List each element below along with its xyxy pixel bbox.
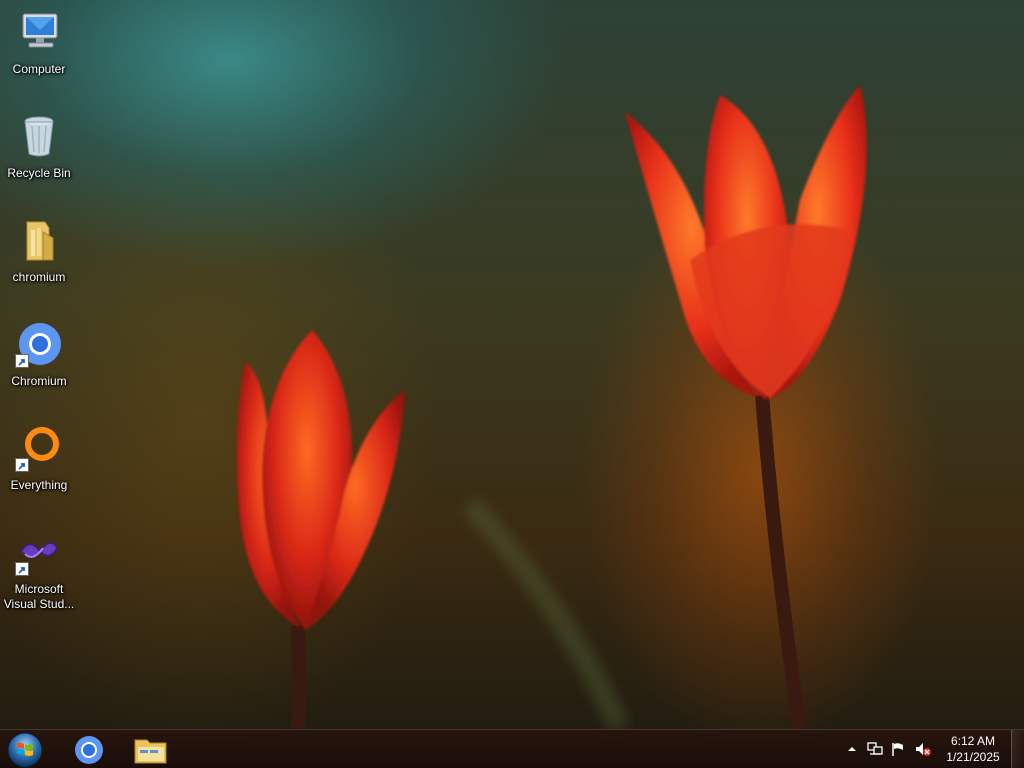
file-explorer-icon xyxy=(134,739,167,764)
shortcut-arrow-icon xyxy=(15,562,29,576)
recycle-bin-icon xyxy=(15,112,63,160)
desktop-icon-label: Everything xyxy=(10,478,68,492)
computer-icon xyxy=(15,8,63,56)
desktop-icon-label: Microsoft Visual Stud... xyxy=(3,582,75,611)
start-button[interactable] xyxy=(5,731,45,768)
desktop-wallpaper xyxy=(0,0,1024,768)
chromium-icon xyxy=(15,320,63,368)
desktop-icon-chromium[interactable]: Chromium xyxy=(2,314,76,410)
shortcut-arrow-icon xyxy=(15,354,29,368)
clock-time: 6:12 AM xyxy=(950,734,996,748)
desktop-icon-label: chromium xyxy=(12,270,66,284)
desktop-icon-label: Chromium xyxy=(11,374,67,388)
desktop-icon-recycle-bin[interactable]: Recycle Bin xyxy=(2,106,76,202)
show-desktop-button[interactable] xyxy=(1011,730,1024,768)
everything-icon xyxy=(15,424,63,472)
folder-icon xyxy=(15,216,63,264)
windows-start-icon xyxy=(7,732,43,768)
visual-studio-icon xyxy=(15,528,63,576)
taskbar: 6:12 AM 1/21/2025 xyxy=(0,729,1024,768)
tulip-wallpaper-art xyxy=(236,85,867,733)
desktop-icon-everything[interactable]: Everything xyxy=(2,418,76,514)
shortcut-arrow-icon xyxy=(15,458,29,472)
taskbar-chromium-button[interactable] xyxy=(62,732,118,768)
desktop-icon-label: Computer xyxy=(12,62,66,76)
action-center-flag-icon[interactable] xyxy=(890,741,906,757)
desktop-icon-computer[interactable]: Computer xyxy=(2,2,76,98)
show-hidden-icons-chevron[interactable] xyxy=(844,741,860,757)
volume-muted-icon[interactable] xyxy=(914,741,931,757)
taskbar-clock[interactable]: 6:12 AM 1/21/2025 xyxy=(940,733,1006,765)
desktop-icon-label: Recycle Bin xyxy=(7,166,71,180)
clock-date: 1/21/2025 xyxy=(946,750,1000,764)
chromium-icon xyxy=(75,736,103,764)
network-icon[interactable] xyxy=(866,741,883,757)
desktop-icon-chromium-folder[interactable]: chromium xyxy=(2,210,76,306)
taskbar-file-explorer-button[interactable] xyxy=(122,732,178,768)
desktop-icon-visual-studio[interactable]: Microsoft Visual Stud... xyxy=(2,522,76,618)
